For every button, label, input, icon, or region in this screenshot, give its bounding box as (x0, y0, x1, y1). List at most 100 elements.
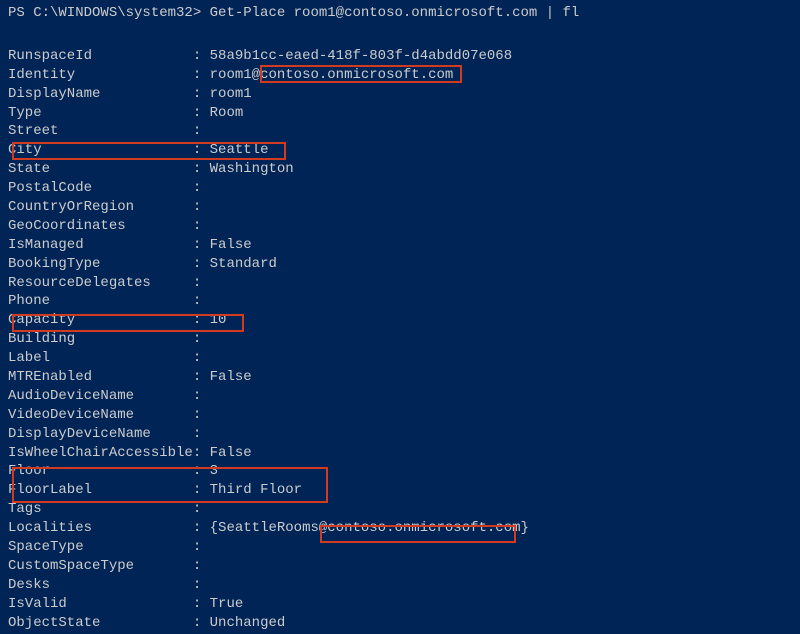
separator: : (193, 595, 210, 614)
property-key: State (8, 160, 193, 179)
property-key: Desks (8, 576, 193, 595)
separator: : (193, 122, 210, 141)
property-key: Phone (8, 292, 193, 311)
separator: : (193, 576, 210, 595)
separator: : (193, 179, 210, 198)
property-key: Floor (8, 462, 193, 481)
output-row-capacity: Capacity : 10 (8, 311, 792, 330)
property-value: room1@contoso.onmicrosoft.com (210, 66, 454, 85)
separator: : (193, 104, 210, 123)
output-row-building: Building : (8, 330, 792, 349)
separator: : (193, 85, 210, 104)
separator: : (193, 47, 210, 66)
separator: : (193, 292, 210, 311)
property-key: City (8, 141, 193, 160)
separator: : (193, 311, 210, 330)
separator: : (193, 519, 210, 538)
property-key: DisplayName (8, 85, 193, 104)
property-value: False (210, 444, 252, 463)
separator: : (193, 255, 210, 274)
output-row-street: Street : (8, 122, 792, 141)
property-value: Room (210, 104, 244, 123)
command-text: Get-Place room1@contoso.onmicrosoft.com … (210, 5, 580, 21)
separator: : (193, 500, 210, 519)
command-output: RunspaceId : 58a9b1cc-eaed-418f-803f-d4a… (8, 47, 792, 633)
output-row-city: City : Seattle (8, 141, 792, 160)
property-value: {SeattleRooms@contoso.onmicrosoft.com} (210, 519, 529, 538)
separator: : (193, 444, 210, 463)
separator: : (193, 217, 210, 236)
separator: : (193, 387, 210, 406)
output-row-floorlabel: FloorLabel : Third Floor (8, 481, 792, 500)
output-row-ismanaged: IsManaged : False (8, 236, 792, 255)
output-row-phone: Phone : (8, 292, 792, 311)
property-key: Type (8, 104, 193, 123)
separator: : (193, 141, 210, 160)
output-row-customspacetype: CustomSpaceType : (8, 557, 792, 576)
separator: : (193, 425, 210, 444)
output-row-identity: Identity : room1@contoso.onmicrosoft.com (8, 66, 792, 85)
output-row-isvalid: IsValid : True (8, 595, 792, 614)
property-key: FloorLabel (8, 481, 193, 500)
property-value: False (210, 236, 252, 255)
property-value: 10 (210, 311, 227, 330)
output-row-postalcode: PostalCode : (8, 179, 792, 198)
property-key: IsValid (8, 595, 193, 614)
property-key: Identity (8, 66, 193, 85)
output-row-spacetype: SpaceType : (8, 538, 792, 557)
command-prompt-line: PS C:\WINDOWS\system32> Get-Place room1@… (8, 4, 792, 23)
property-key: CustomSpaceType (8, 557, 193, 576)
output-row-desks: Desks : (8, 576, 792, 595)
separator: : (193, 481, 210, 500)
separator: : (193, 557, 210, 576)
property-value: Standard (210, 255, 277, 274)
property-key: BookingType (8, 255, 193, 274)
property-key: DisplayDeviceName (8, 425, 193, 444)
separator: : (193, 198, 210, 217)
property-key: IsWheelChairAccessible (8, 444, 193, 463)
separator: : (193, 236, 210, 255)
property-key: SpaceType (8, 538, 193, 557)
output-row-floor: Floor : 3 (8, 462, 792, 481)
output-row-runspaceid: RunspaceId : 58a9b1cc-eaed-418f-803f-d4a… (8, 47, 792, 66)
separator: : (193, 330, 210, 349)
output-row-type: Type : Room (8, 104, 792, 123)
property-key: VideoDeviceName (8, 406, 193, 425)
separator: : (193, 349, 210, 368)
separator: : (193, 66, 210, 85)
output-row-audiodevicename: AudioDeviceName : (8, 387, 792, 406)
property-value: True (210, 595, 244, 614)
property-value: 3 (210, 462, 218, 481)
property-key: AudioDeviceName (8, 387, 193, 406)
property-key: ObjectState (8, 614, 193, 633)
separator: : (193, 160, 210, 179)
property-value: Seattle (210, 141, 269, 160)
separator: : (193, 538, 210, 557)
output-row-countryorregion: CountryOrRegion : (8, 198, 792, 217)
output-row-displaydevicename: DisplayDeviceName : (8, 425, 792, 444)
property-value: Unchanged (210, 614, 286, 633)
property-key: Building (8, 330, 193, 349)
property-value: Washington (210, 160, 294, 179)
separator: : (193, 462, 210, 481)
output-row-iswheelchairaccessible: IsWheelChairAccessible: False (8, 444, 792, 463)
property-key: CountryOrRegion (8, 198, 193, 217)
property-value: False (210, 368, 252, 387)
output-row-geocoordinates: GeoCoordinates : (8, 217, 792, 236)
separator: : (193, 614, 210, 633)
property-key: RunspaceId (8, 47, 193, 66)
separator: : (193, 406, 210, 425)
property-key: ResourceDelegates (8, 274, 193, 293)
output-row-resourcedelegates: ResourceDelegates : (8, 274, 792, 293)
output-row-videodevicename: VideoDeviceName : (8, 406, 792, 425)
property-key: Localities (8, 519, 193, 538)
property-key: IsManaged (8, 236, 193, 255)
property-key: GeoCoordinates (8, 217, 193, 236)
property-value: Third Floor (210, 481, 302, 500)
property-key: MTREnabled (8, 368, 193, 387)
output-row-tags: Tags : (8, 500, 792, 519)
output-row-localities: Localities : {SeattleRooms@contoso.onmic… (8, 519, 792, 538)
terminal-container[interactable]: PS C:\WINDOWS\system32> Get-Place room1@… (8, 4, 792, 633)
separator: : (193, 274, 210, 293)
output-row-bookingtype: BookingType : Standard (8, 255, 792, 274)
